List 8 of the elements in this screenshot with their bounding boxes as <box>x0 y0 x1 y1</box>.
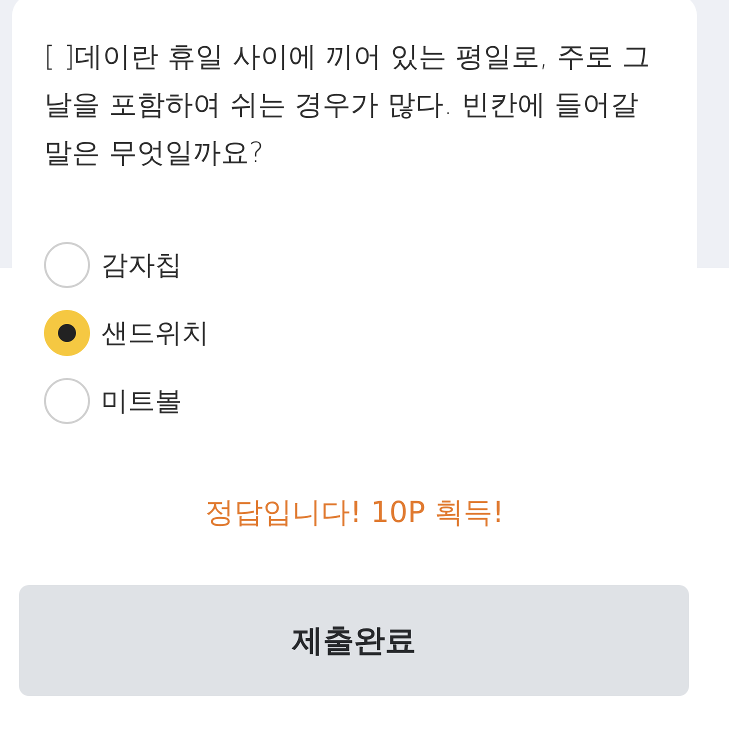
result-message: 정답입니다! 10P 획득! <box>204 494 504 531</box>
question-text: [ ]데이란 휴일 사이에 끼어 있는 평일로, 주로 그 날을 포함하여 쉬는 경우가 많다. 빈칸에 들어갈 말은 무엇일까요? <box>44 39 651 171</box>
radio-button[interactable] <box>44 310 90 356</box>
answer-option[interactable]: 감자칩 <box>44 231 182 299</box>
answer-option[interactable]: 미트볼 <box>44 367 182 435</box>
radio-button[interactable] <box>44 378 90 424</box>
answer-option[interactable]: 샌드위치 <box>44 299 209 367</box>
radio-button[interactable] <box>44 242 90 288</box>
